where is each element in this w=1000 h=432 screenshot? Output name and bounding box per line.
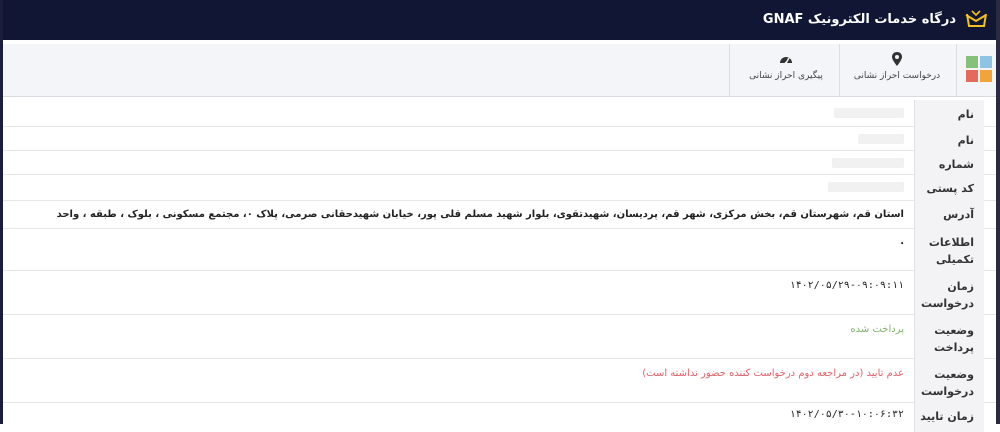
field-label-payment-status: وضعیت پرداخت bbox=[914, 314, 984, 358]
redacted-value bbox=[828, 182, 904, 192]
redacted-value bbox=[834, 108, 904, 118]
toolbar: درخواست احراز نشانی پیگیری احراز نشانی bbox=[0, 44, 1000, 97]
field-label-additional-info: اطلاعات تکمیلی bbox=[914, 228, 984, 270]
track-address-verification-label: پیگیری احراز نشانی bbox=[749, 71, 823, 81]
field-row-request-status: وضعیت درخواست عدم تایید (در مراجعه دوم د… bbox=[0, 358, 1000, 403]
field-row-national-id: شماره ملی bbox=[0, 150, 1000, 188]
request-details-table: نام نام خانوادگی شماره ملی کد پستی آدرس … bbox=[0, 100, 1000, 432]
field-value-last-name bbox=[858, 134, 904, 145]
window-frame-left bbox=[0, 0, 3, 424]
window-frame-right bbox=[996, 0, 1000, 424]
dashboard-gauge-icon bbox=[780, 57, 792, 65]
field-row-first-name: نام bbox=[0, 100, 1000, 127]
toolbar-separator bbox=[729, 44, 730, 96]
field-value-national-id bbox=[832, 158, 904, 169]
field-row-approval-time: زمان تایید ۱۴۰۲/۰۵/۳۰-۱۰:۰۶:۳۲ bbox=[0, 402, 1000, 432]
field-row-request-time: زمان درخواست ۱۴۰۲/۰۵/۲۹-۰۹:۰۹:۱۱ bbox=[0, 270, 1000, 315]
field-label-request-time: زمان درخواست bbox=[914, 270, 984, 314]
field-value-approval-time: ۱۴۰۲/۰۵/۳۰-۱۰:۰۶:۳۲ bbox=[789, 409, 904, 420]
redacted-value bbox=[832, 158, 904, 168]
field-row-last-name: نام خانوادگی bbox=[0, 126, 1000, 164]
field-row-payment-status: وضعیت پرداخت پرداخت شده bbox=[0, 314, 1000, 359]
field-label-approval-time: زمان تایید bbox=[914, 402, 984, 432]
toolbar-separator bbox=[839, 44, 840, 96]
field-value-request-status: عدم تایید (در مراجعه دوم درخواست کننده ح… bbox=[642, 368, 904, 379]
redacted-value bbox=[858, 134, 904, 144]
field-value-address: استان قم، شهرستان قم، بخش مرکزی، شهر قم،… bbox=[56, 209, 904, 220]
field-value-first-name bbox=[834, 108, 904, 119]
field-label-last-name: نام خانوادگی bbox=[914, 126, 984, 164]
field-value-postal-code bbox=[828, 182, 904, 193]
field-label-postal-code: کد پستی bbox=[914, 174, 984, 200]
gnaf-envelope-logo[interactable] bbox=[964, 9, 988, 31]
field-label-national-id: شماره ملی bbox=[914, 150, 984, 188]
field-label-request-status: وضعیت درخواست bbox=[914, 358, 984, 402]
field-value-payment-status: پرداخت شده bbox=[850, 324, 904, 335]
field-label-address: آدرس bbox=[914, 200, 984, 228]
toolbar-separator bbox=[956, 44, 957, 96]
field-value-additional-info: . bbox=[900, 236, 904, 247]
request-address-verification-label: درخواست احراز نشانی bbox=[853, 71, 941, 81]
field-row-additional-info: اطلاعات تکمیلی . bbox=[0, 228, 1000, 271]
track-address-verification-button[interactable]: پیگیری احراز نشانی bbox=[736, 52, 836, 81]
app-header: درگاه خدمات الکترونیک GNAF bbox=[0, 0, 1000, 40]
field-row-address: آدرس استان قم، شهرستان قم، بخش مرکزی، شه… bbox=[0, 200, 1000, 229]
apps-grid-icon[interactable] bbox=[966, 56, 992, 82]
request-address-verification-button[interactable]: درخواست احراز نشانی bbox=[847, 52, 947, 81]
field-row-postal-code: کد پستی bbox=[0, 174, 1000, 201]
field-value-request-time: ۱۴۰۲/۰۵/۲۹-۰۹:۰۹:۱۱ bbox=[789, 280, 904, 291]
field-label-first-name: نام bbox=[914, 100, 984, 126]
app-title: درگاه خدمات الکترونیک GNAF bbox=[762, 12, 956, 27]
map-pin-icon bbox=[892, 52, 902, 66]
